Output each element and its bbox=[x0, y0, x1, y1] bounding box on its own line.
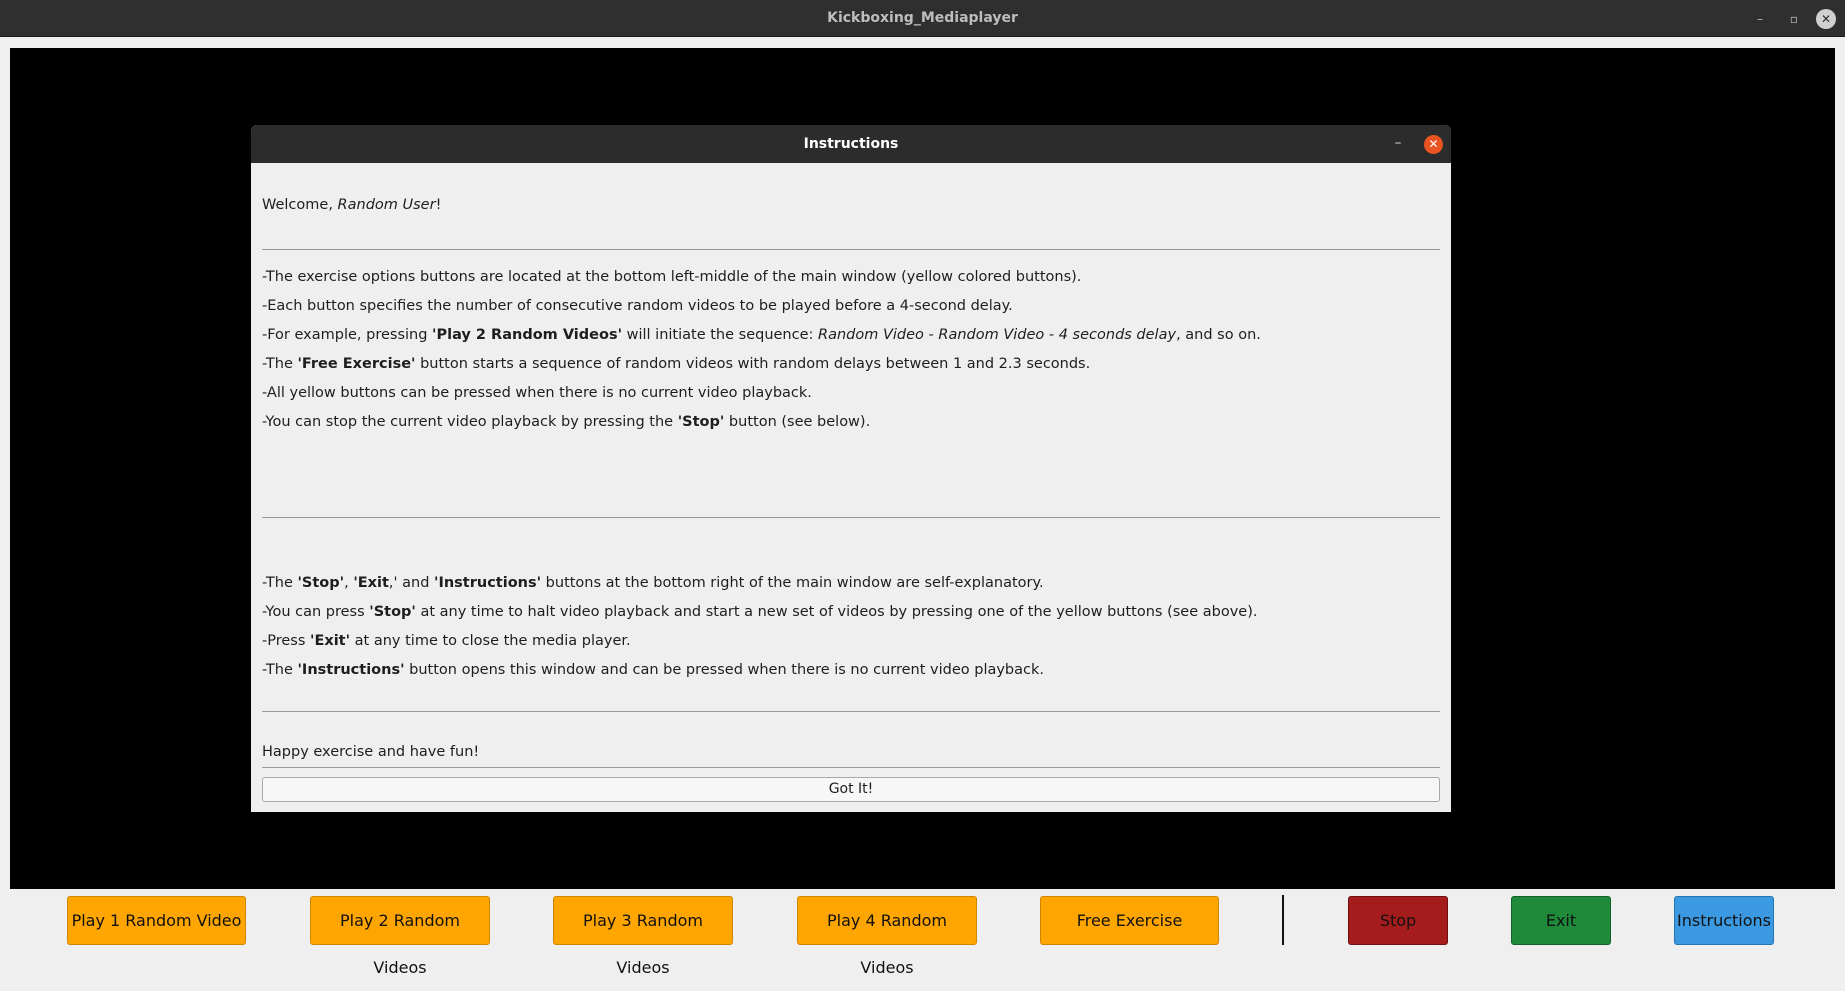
text-segment: -You can stop the current video playback… bbox=[262, 414, 678, 430]
bold-text: 'Instructions' bbox=[297, 662, 405, 678]
text-segment: will initiate the sequence: bbox=[622, 327, 819, 343]
instructions-dialog: Instructions – ✕ Welcome, Random User! -… bbox=[251, 125, 1451, 812]
exit-button[interactable]: Exit bbox=[1511, 896, 1611, 945]
instruction-line: -All yellow buttons can be pressed when … bbox=[262, 385, 812, 401]
text-segment: -The bbox=[262, 575, 298, 591]
separator bbox=[262, 249, 1440, 250]
text-segment: , bbox=[344, 575, 354, 591]
separator bbox=[262, 711, 1440, 712]
bold-text: 'Stop' bbox=[297, 575, 345, 591]
text-segment: button opens this window and can be pres… bbox=[404, 662, 1045, 678]
bold-text: 'Instructions' bbox=[434, 575, 542, 591]
instruction-line: -The exercise options buttons are locate… bbox=[262, 269, 1081, 285]
text-segment: -The bbox=[262, 662, 298, 678]
separator bbox=[262, 767, 1440, 768]
welcome-prefix: Welcome, bbox=[262, 197, 338, 213]
bold-text: 'Free Exercise' bbox=[297, 356, 416, 372]
dialog-minimize-icon[interactable]: – bbox=[1389, 135, 1407, 151]
text-segment: at any time to close the media player. bbox=[350, 633, 631, 649]
close-icon[interactable]: ✕ bbox=[1816, 9, 1836, 29]
welcome-user: Random User bbox=[337, 197, 436, 213]
italic-text: Random Video - Random Video - 4 seconds … bbox=[818, 327, 1177, 343]
play-1-random-video-button[interactable]: Play 1 Random Video bbox=[67, 896, 246, 945]
welcome-text: Welcome, Random User! bbox=[262, 197, 441, 213]
window-title: Kickboxing_Mediaplayer bbox=[827, 10, 1018, 26]
instruction-line: -You can press 'Stop' at any time to hal… bbox=[262, 604, 1257, 620]
text-segment: buttons at the bottom right of the main … bbox=[541, 575, 1044, 591]
text-segment: button starts a sequence of random video… bbox=[415, 356, 1091, 372]
text-segment: -The bbox=[262, 356, 298, 372]
text-segment: -All yellow buttons can be pressed when … bbox=[262, 385, 812, 401]
bold-text: 'Exit' bbox=[310, 633, 351, 649]
text-segment: button (see below). bbox=[724, 414, 871, 430]
dialog-close-icon[interactable]: ✕ bbox=[1424, 135, 1443, 154]
closing-text: Happy exercise and have fun! bbox=[262, 744, 480, 760]
bold-text: 'Play 2 Random Videos' bbox=[432, 327, 623, 343]
play-3-random-videos-button[interactable]: Play 3 Random Videos bbox=[553, 896, 733, 977]
play-4-random-videos-button[interactable]: Play 4 Random Videos bbox=[797, 896, 977, 977]
dialog-title: Instructions bbox=[803, 136, 899, 152]
welcome-suffix: ! bbox=[435, 197, 442, 213]
separator bbox=[262, 517, 1440, 518]
play-2-random-videos-button[interactable]: Play 2 Random Videos bbox=[310, 896, 490, 977]
text-segment: -For example, pressing bbox=[262, 327, 433, 343]
instruction-line: -Press 'Exit' at any time to close the m… bbox=[262, 633, 631, 649]
text-segment: -The exercise options buttons are locate… bbox=[262, 269, 1082, 285]
main-titlebar: Kickboxing_Mediaplayer – ▫ ✕ bbox=[0, 0, 1845, 37]
bold-text: 'Stop' bbox=[677, 414, 725, 430]
instruction-line: -The 'Stop', 'Exit,' and 'Instructions' … bbox=[262, 575, 1044, 591]
instruction-line: -You can stop the current video playback… bbox=[262, 414, 870, 430]
instruction-line: -For example, pressing 'Play 2 Random Vi… bbox=[262, 327, 1261, 343]
instruction-line: -The 'Instructions' button opens this wi… bbox=[262, 662, 1044, 678]
toolbar-divider bbox=[1282, 895, 1284, 945]
text-segment: at any time to halt video playback and s… bbox=[415, 604, 1258, 620]
text-segment: -Press bbox=[262, 633, 311, 649]
instruction-line: -The 'Free Exercise' button starts a seq… bbox=[262, 356, 1090, 372]
instruction-line: -Each button specifies the number of con… bbox=[262, 298, 1013, 314]
got-it-button[interactable]: Got It! bbox=[262, 777, 1440, 802]
instructions-button[interactable]: Instructions bbox=[1674, 896, 1774, 945]
minimize-icon[interactable]: – bbox=[1750, 9, 1770, 29]
bold-text: 'Stop' bbox=[369, 604, 416, 620]
text-segment: -You can press bbox=[262, 604, 370, 620]
stop-button[interactable]: Stop bbox=[1348, 896, 1448, 945]
free-exercise-button[interactable]: Free Exercise bbox=[1040, 896, 1219, 945]
text-segment: -Each button specifies the number of con… bbox=[262, 298, 1013, 314]
dialog-titlebar: Instructions – ✕ bbox=[251, 125, 1451, 163]
bold-text: 'Exit bbox=[353, 575, 389, 591]
text-segment: , and so on. bbox=[1176, 327, 1261, 343]
text-segment: ,' and bbox=[388, 575, 435, 591]
maximize-icon[interactable]: ▫ bbox=[1784, 9, 1804, 29]
